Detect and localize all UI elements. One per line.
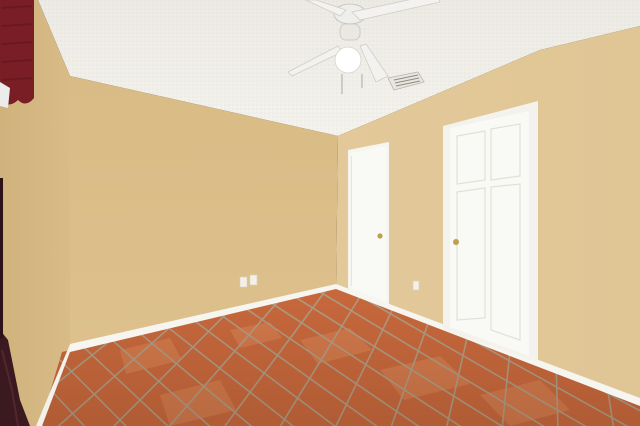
door-knob-icon[interactable] <box>453 239 459 245</box>
door-knob-icon[interactable] <box>377 233 383 239</box>
room-photo <box>0 0 640 426</box>
light-bulb-icon <box>334 46 362 74</box>
window-valance <box>0 0 34 108</box>
left-closet-door[interactable] <box>348 142 389 305</box>
right-door[interactable] <box>443 101 538 362</box>
